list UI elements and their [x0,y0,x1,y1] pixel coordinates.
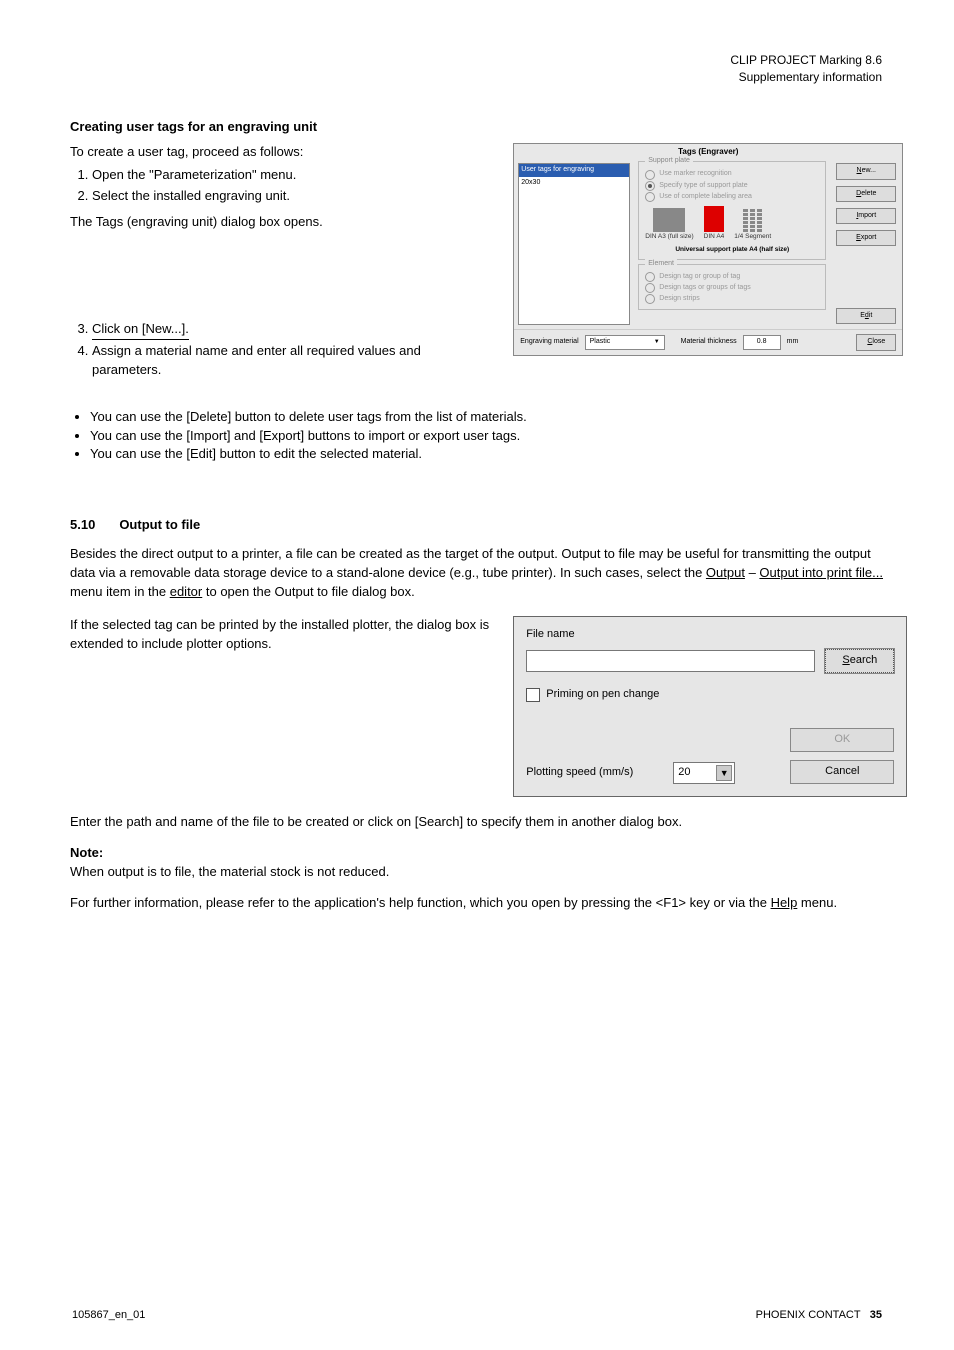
post-bullets: You can use the [Delete] button to delet… [70,408,884,465]
priming-label: Priming on pen change [546,687,659,703]
step-4: Assign a material name and enter all req… [92,342,493,380]
radio-complete-area[interactable]: Use of complete labeling area [645,192,819,202]
section-number: 5.10 [70,516,95,535]
radio-specify-type[interactable]: Specify type of support plate [645,181,819,191]
output-paragraph-1: Besides the direct output to a printer, … [70,545,884,602]
thickness-input[interactable]: 0.8 [743,335,781,349]
ok-button[interactable]: OK [790,728,894,752]
steps-list-2: Click on [New...]. Assign a material nam… [70,320,493,380]
after-steps: The Tags (engraving unit) dialog box ope… [70,213,493,232]
unit-label: mm [787,337,799,347]
section-title-user-tags: Creating user tags for an engraving unit [70,118,884,137]
chevron-down-icon: ▼ [654,338,660,347]
search-button[interactable]: Search [825,649,894,673]
support-plate-legend: Support plate [645,156,693,166]
plate-segment[interactable]: 1/4 Segment [734,209,771,241]
end-text-1: Enter the path and name of the file to b… [70,813,884,832]
file-name-label: File name [526,627,894,643]
link-editor: editor [170,584,203,599]
intro-text: To create a user tag, proceed as follows… [70,143,493,162]
import-button[interactable]: Import [836,208,896,224]
page-footer: 105867_en_01 PHOENIX CONTACT 35 [72,1308,882,1324]
checkbox-icon [526,688,540,702]
export-button[interactable]: Export [836,230,896,246]
chevron-down-icon: ▼ [716,765,732,781]
edit-button[interactable]: Edit [836,308,896,324]
plate-caption: Universal support plate A4 (half size) [645,245,819,254]
new-button[interactable]: New... [836,163,896,179]
footer-company: PHOENIX CONTACT [756,1309,861,1321]
support-plate-group: Support plate Use marker recognition Spe… [638,161,826,259]
close-button[interactable]: Close [856,334,896,350]
note-title: Note: [70,845,103,860]
material-select[interactable]: Plastic▼ [585,335,665,349]
step-2: Select the installed engraving unit. [92,187,493,206]
speed-label: Plotting speed (mm/s) [526,765,633,781]
header-product: CLIP PROJECT Marking 8.6 [730,52,882,69]
priming-checkbox[interactable]: Priming on pen change [526,687,894,703]
bullet-delete: You can use the [Delete] button to delet… [90,408,884,427]
file-name-input[interactable] [526,650,815,672]
section-output-to-file: 5.10 Output to file Besides the direct o… [70,498,884,912]
radio-design-tag[interactable]: Design tag or group of tag [645,272,819,282]
radio-marker-recognition[interactable]: Use marker recognition [645,169,819,179]
radio-design-tags[interactable]: Design tags or groups of tags [645,283,819,293]
note-block: Note: When output is to file, the materi… [70,844,884,882]
delete-button[interactable]: Delete [836,186,896,202]
tags-engraver-dialog: Tags (Engraver) User tags for engraving … [513,143,903,356]
footer-code: 105867_en_01 [72,1308,145,1324]
step-3: Click on [New...]. [92,320,493,340]
page-number: 35 [870,1309,882,1321]
plotting-speed-select[interactable]: 20 ▼ [673,762,735,784]
plate-din-a4[interactable]: DIN A4 [704,206,725,241]
radio-design-strips[interactable]: Design strips [645,294,819,304]
output-paragraph-2: If the selected tag can be printed by th… [70,616,493,654]
tags-dialog-title: Tags (Engraver) [514,144,902,160]
user-tags-list[interactable]: User tags for engraving 20x30 [518,163,630,325]
link-output-into-print-file: Output into print file... [759,565,883,580]
element-group: Element Design tag or group of tag Desig… [638,264,826,310]
element-legend: Element [645,259,677,269]
section-heading: Output to file [119,516,200,535]
thick-label: Material thickness [681,337,737,347]
mat-label: Engraving material [520,337,578,347]
list-header: User tags for engraving [519,164,629,176]
cancel-button[interactable]: Cancel [790,760,894,784]
section-user-tags: Creating user tags for an engraving unit… [70,118,884,464]
list-item[interactable]: 20x30 [519,177,629,189]
bullet-edit: You can use the [Edit] button to edit th… [90,445,884,464]
header-subtitle: Supplementary information [730,69,882,86]
link-help: Help [771,895,798,910]
tags-footer: Engraving material Plastic▼ Material thi… [514,329,902,354]
note-body: When output is to file, the material sto… [70,864,389,879]
end-text-2: For further information, please refer to… [70,894,884,913]
steps-list-1: Open the "Parameterization" menu. Select… [70,166,493,206]
plate-din-a3[interactable]: DIN A3 (full size) [645,208,693,241]
bullet-import-export: You can use the [Import] and [Export] bu… [90,427,884,446]
step-1: Open the "Parameterization" menu. [92,166,493,185]
link-output: Output [706,565,745,580]
output-to-file-dialog: File name Search Priming on pen change P… [513,616,907,798]
